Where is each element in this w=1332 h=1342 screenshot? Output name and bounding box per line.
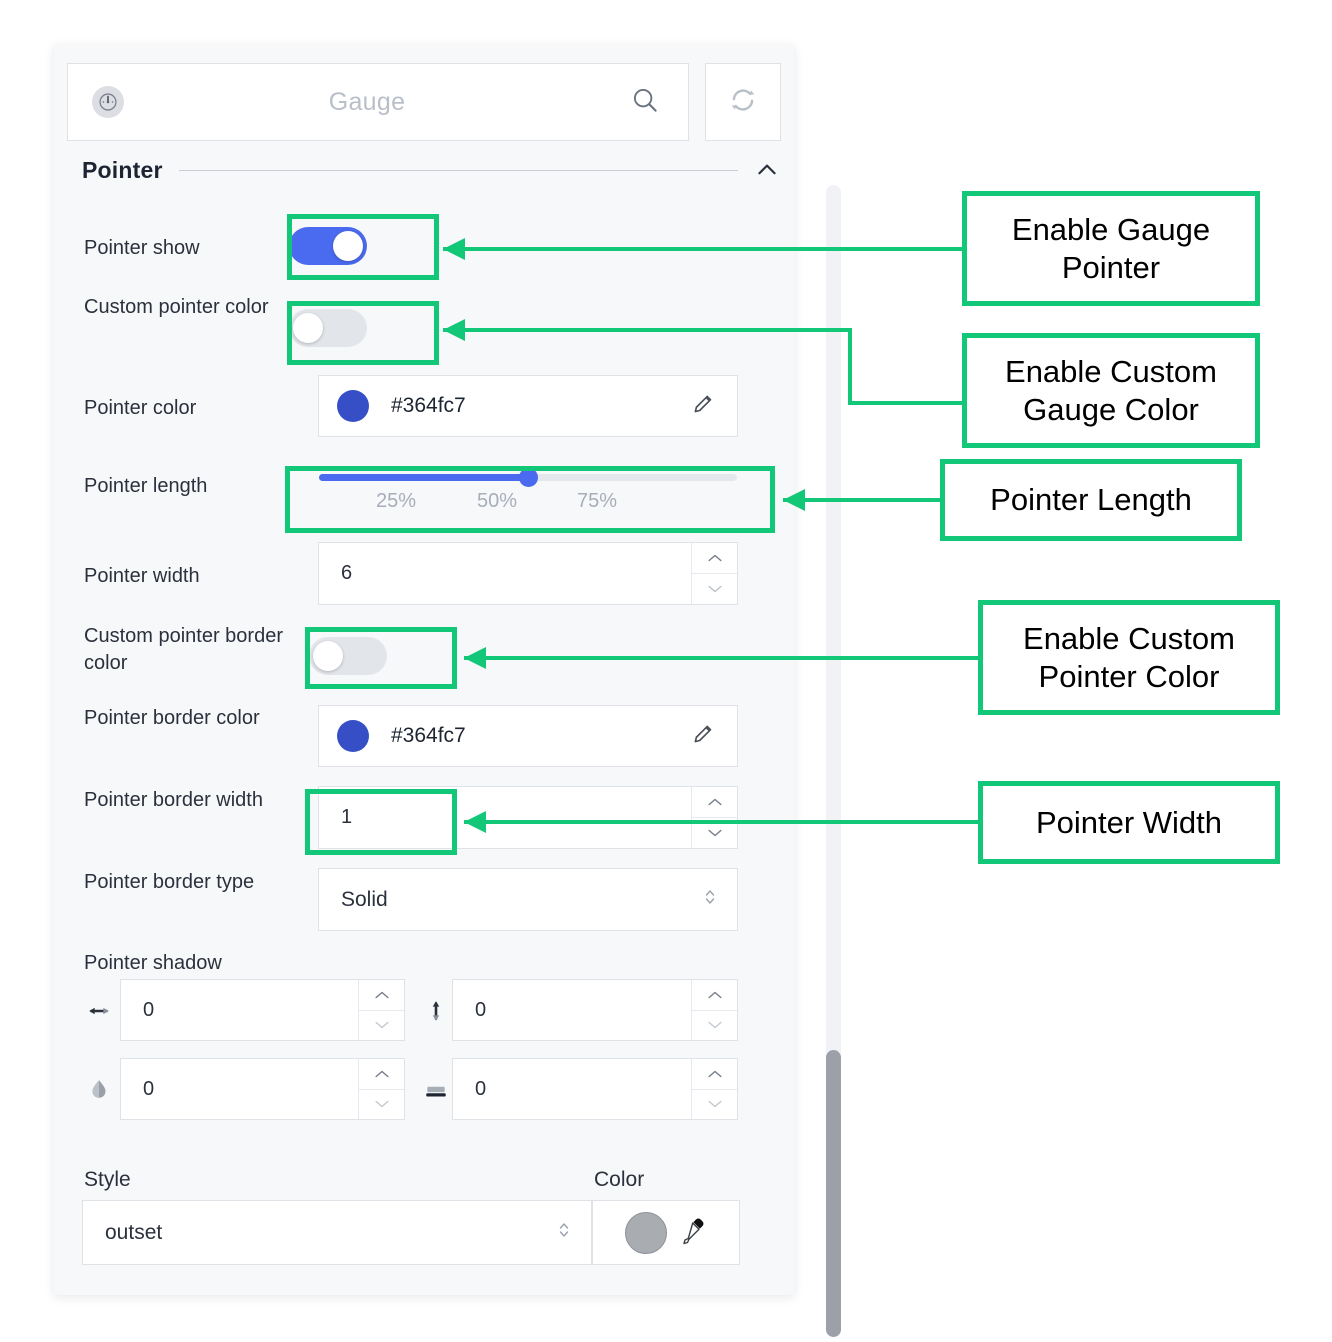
stepper-down-icon[interactable] (692, 817, 737, 848)
pointer-color-field[interactable]: #364fc7 (318, 375, 738, 437)
highlight-custom-pointer-color (287, 301, 439, 365)
callout-pointer-width: Pointer Width (978, 781, 1280, 864)
search-input[interactable]: Gauge (104, 88, 630, 117)
scrollbar-track[interactable] (826, 185, 841, 1337)
highlight-custom-pointer-border-color (305, 627, 457, 689)
shadow-v-offset-field[interactable]: 0 (452, 979, 738, 1041)
pointer-border-width-label: Pointer border width (84, 789, 263, 811)
refresh-icon (728, 85, 758, 120)
reset-button[interactable] (705, 63, 781, 141)
shadow-spread-value[interactable]: 0 (453, 1059, 691, 1119)
highlight-pointer-border-width (305, 789, 457, 855)
stepper-down-icon[interactable] (359, 1088, 404, 1120)
search-icon[interactable] (630, 85, 660, 120)
callout-enable-custom-gauge-color: Enable Custom Gauge Color (962, 333, 1260, 448)
shadow-h-offset-value[interactable]: 0 (121, 980, 358, 1040)
search-bar[interactable]: Gauge (67, 63, 689, 141)
pointer-length-label: Pointer length (84, 475, 208, 497)
stepper-down-icon[interactable] (692, 1009, 737, 1041)
highlight-pointer-length (285, 466, 775, 533)
chevron-updown-icon[interactable] (701, 885, 719, 914)
pointer-shadow-label: Pointer shadow (84, 952, 222, 974)
shadow-blur-field[interactable]: 0 (120, 1058, 405, 1120)
callout-pointer-length: Pointer Length (940, 459, 1242, 541)
pointer-width-field[interactable]: 6 (318, 542, 738, 605)
stepper-up-icon[interactable] (692, 1059, 737, 1089)
callout-enable-custom-pointer-color: Enable Custom Pointer Color (978, 600, 1280, 715)
shadow-blur-value[interactable]: 0 (121, 1059, 358, 1119)
pointer-border-color-value: #364fc7 (391, 724, 466, 747)
style-label: Style (84, 1168, 131, 1191)
spread-bar-icon (419, 1073, 453, 1107)
section-title: Pointer (82, 156, 163, 183)
pointer-color-value: #364fc7 (391, 394, 466, 417)
pencil-icon[interactable] (691, 721, 717, 752)
shadow-h-offset-field[interactable]: 0 (120, 979, 405, 1041)
stepper-up-icon[interactable] (692, 787, 737, 817)
shadow-blur-stepper[interactable] (358, 1059, 404, 1119)
pointer-border-type-label: Pointer border type (84, 871, 255, 893)
pointer-color-label: Pointer color (84, 397, 197, 419)
section-divider (178, 169, 738, 171)
pencil-icon[interactable] (691, 391, 717, 422)
stepper-down-icon[interactable] (692, 573, 737, 604)
chevron-updown-icon[interactable] (555, 1218, 573, 1247)
scrollbar-thumb[interactable] (826, 1050, 841, 1337)
stepper-up-icon[interactable] (359, 1059, 404, 1089)
stepper-down-icon[interactable] (692, 1088, 737, 1120)
stepper-up-icon[interactable] (692, 543, 737, 573)
stepper-up-icon[interactable] (692, 980, 737, 1010)
pointer-width-value[interactable]: 6 (319, 543, 691, 604)
stepper-up-icon[interactable] (359, 980, 404, 1010)
shadow-h-offset-stepper[interactable] (358, 980, 404, 1040)
pointer-border-width-stepper[interactable] (691, 787, 737, 848)
pointer-border-type-value: Solid (341, 887, 388, 911)
shadow-spread-field[interactable]: 0 (452, 1058, 738, 1120)
color-swatch (625, 1211, 667, 1254)
callout-enable-gauge-pointer: Enable Gauge Pointer (962, 191, 1260, 306)
eyedropper-icon[interactable] (677, 1215, 707, 1250)
pointer-border-color-label: Pointer border color (84, 707, 260, 729)
chevron-up-icon[interactable] (752, 155, 782, 185)
pointer-width-stepper[interactable] (691, 543, 737, 604)
color-swatch (337, 720, 369, 752)
pointer-border-color-field[interactable]: #364fc7 (318, 705, 738, 767)
custom-pointer-color-label: Custom pointer color (84, 296, 269, 318)
shadow-v-offset-stepper[interactable] (691, 980, 737, 1040)
blur-drop-icon (82, 1073, 116, 1107)
style-select[interactable]: outset (82, 1200, 592, 1265)
style-value: outset (105, 1220, 163, 1244)
custom-pointer-border-color-label: Custom pointer border color (84, 625, 283, 674)
panel-header: Gauge (67, 63, 782, 141)
pointer-show-label: Pointer show (84, 237, 200, 259)
color-swatch (337, 390, 369, 422)
pointer-width-label: Pointer width (84, 565, 200, 587)
highlight-pointer-show (287, 214, 439, 280)
vertical-arrows-icon (419, 994, 453, 1028)
pointer-section-header[interactable]: Pointer (82, 153, 782, 187)
shadow-color-label: Color (594, 1168, 645, 1191)
stepper-down-icon[interactable] (359, 1009, 404, 1041)
shadow-spread-stepper[interactable] (691, 1059, 737, 1119)
shadow-color-picker[interactable] (592, 1200, 740, 1265)
pointer-border-type-select[interactable]: Solid (318, 868, 738, 931)
shadow-v-offset-value[interactable]: 0 (453, 980, 691, 1040)
horizontal-arrows-icon (82, 994, 116, 1028)
